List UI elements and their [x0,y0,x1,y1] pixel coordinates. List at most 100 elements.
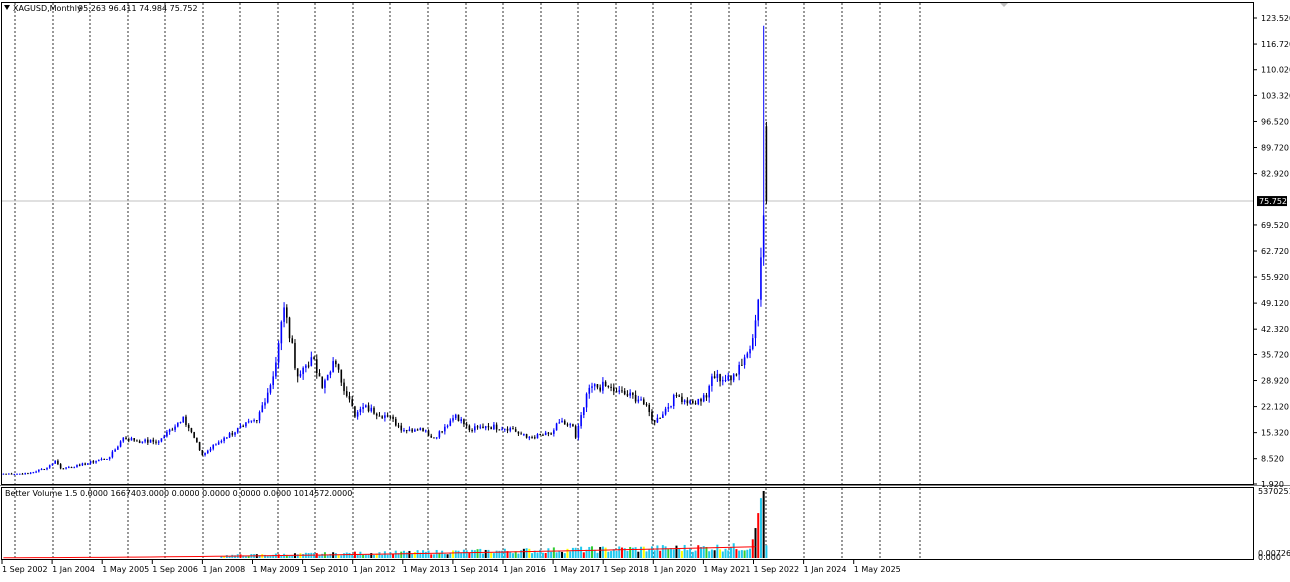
candle [201,449,204,456]
x-tick-label: 1 May 2025 [854,565,901,574]
volume-bar [550,551,553,558]
volume-bar [465,550,468,558]
volume-bar [340,555,343,558]
volume-bar [574,547,577,558]
volume-bar [650,546,653,558]
volume-bar [383,551,386,558]
x-tick-label: 1 Sep 2010 [303,565,349,574]
volume-bar [743,550,746,558]
volume-bar [563,553,566,558]
x-tick-label: 1 Sep 2018 [603,565,649,574]
candle [5,473,7,475]
candle [106,458,108,460]
volume-bar [345,552,348,558]
y-tick-label: 28.920 [1261,377,1289,386]
candle [422,427,424,432]
volume-bar [724,548,727,558]
x-tick-label: 1 Jan 2008 [202,565,245,574]
volume-bar [424,551,427,558]
volume-bar [591,546,593,558]
volume-bar [432,554,435,558]
volume-bar [615,550,618,558]
xagusd-chart[interactable]: 123.520 116.720 110.020 103.320 96.520 89.720… [0,0,1290,582]
y-tick-label: 42.320 [1261,325,1289,334]
volume-bar [402,550,405,558]
volume-bar [648,549,651,558]
volume-bar [509,551,512,558]
volume-bar [678,548,681,558]
volume-bar [454,550,457,558]
volume-bar [531,553,534,558]
y-tick-label: 35.720 [1261,350,1289,359]
volume-bar [302,553,305,558]
volume-bar [362,554,365,558]
volume-bar [596,552,599,558]
volume-bar [536,552,539,558]
volume-bar [607,551,610,558]
volume-bar [637,551,640,558]
volume-bar [484,549,487,558]
y-tick-label: 62.720 [1261,247,1289,256]
volume-bar [729,547,732,558]
volume-bar [585,549,588,558]
y-tick-label: 49.120 [1261,299,1289,308]
volume-bar [689,548,692,558]
volume-bar [697,545,700,558]
volume-bar [700,547,702,558]
volume-bar [443,553,446,558]
volume-bar [449,553,452,558]
volume-bar [566,548,569,558]
chart-canvas[interactable]: 123.520 116.720 110.020 103.320 96.520 89.720… [0,0,1290,582]
x-tick-label: 1 Sep 2006 [152,565,198,574]
x-tick-label: 1 Sep 2002 [2,565,48,574]
volume-bar [757,513,760,558]
volume-bar [389,552,392,558]
y-tick-label: 89.720 [1261,144,1289,153]
volume-bar [653,550,656,558]
volume-bar [661,545,664,558]
volume-bar [367,554,370,558]
x-tick-label: 1 Sep 2022 [754,565,800,574]
volume-bar [683,544,686,558]
volume-bar [435,549,438,558]
volume-bar [713,550,716,558]
y-tick-label: 22.120 [1261,403,1289,412]
volume-bar [675,545,678,558]
volume-bar [468,552,471,558]
volume-bar [288,555,291,558]
x-tick-label: 1 May 2009 [253,565,300,574]
x-tick-label: 1 Jan 2016 [503,565,546,574]
volume-bar [735,549,738,558]
volume-bar [629,546,632,558]
volume-bar [413,551,416,558]
volume-bar [694,550,697,558]
volume-bar [593,549,596,558]
volume-tick-label: 5370251. [1258,487,1290,496]
volume-bar [610,551,613,558]
x-tick-label: 1 Sep 2014 [453,565,499,574]
volume-bar [738,550,741,558]
volume-bar [740,550,743,558]
x-tick-label: 1 Jan 2020 [653,565,696,574]
volume-bar [392,553,395,558]
volume-bar [528,548,531,558]
volume-bar [438,553,441,558]
volume-bar [691,551,694,558]
candle [574,424,577,440]
volume-bar [626,550,629,558]
volume-bar [411,553,414,558]
candle [43,468,46,471]
volume-bar [476,549,479,558]
volume-bar [492,553,495,558]
volume-bar [612,549,615,558]
candle [87,463,89,465]
y-tick-label: 116.720 [1261,40,1290,49]
volume-bar [599,547,602,558]
volume-bar [749,548,752,558]
volume-bar [642,546,645,558]
volume-bar [759,498,762,558]
volume-bar [746,549,749,558]
volume-bar [552,547,555,558]
volume-bar [457,550,460,558]
volume-bar [541,552,544,558]
